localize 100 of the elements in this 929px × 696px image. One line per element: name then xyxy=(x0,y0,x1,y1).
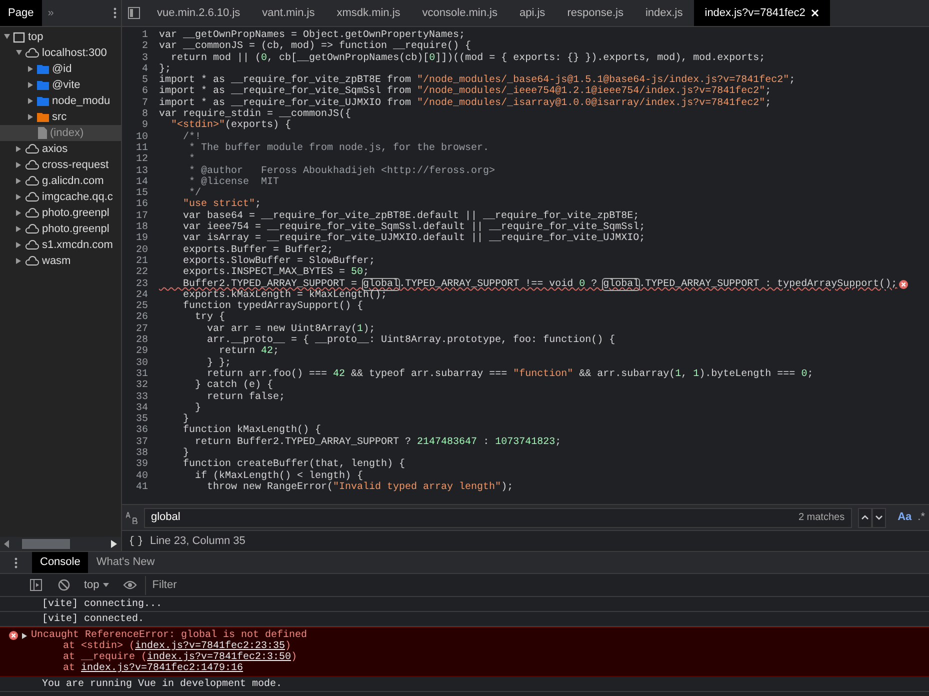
line-number: 26 xyxy=(134,312,149,324)
scrollbar-thumb[interactable] xyxy=(22,539,70,549)
tree-item[interactable]: cross-request xyxy=(0,157,121,173)
collapsed-arrow-icon[interactable] xyxy=(16,178,22,184)
line-number: 29 xyxy=(134,346,149,358)
line-number: 1 xyxy=(140,30,149,41)
line-number: 23 xyxy=(134,278,149,290)
file-tab[interactable]: api.js xyxy=(508,0,556,26)
clear-console-icon[interactable] xyxy=(58,579,70,591)
code-line: var ieee754 = __require_for_vite_SqmSsl.default || __require_for_vite_SqmSsl; xyxy=(182,222,646,234)
code-line: function createBuffer(that, length) { xyxy=(182,459,406,470)
code-line: return 42; xyxy=(218,346,280,358)
close-icon[interactable] xyxy=(811,9,820,17)
line-number: 2 xyxy=(140,41,149,53)
file-tab[interactable]: index.js?v=7841fec2 xyxy=(694,0,830,26)
error-icon xyxy=(9,631,18,640)
context-dropdown[interactable]: top xyxy=(84,576,110,594)
chevron-down-icon xyxy=(874,515,883,520)
collapsed-arrow-icon[interactable] xyxy=(28,82,34,88)
scroll-right-icon[interactable] xyxy=(111,540,117,548)
collapsed-arrow-icon[interactable] xyxy=(16,226,22,232)
tree-item[interactable]: src xyxy=(0,109,121,125)
code-line: return false; xyxy=(206,392,286,403)
code-line: import * as __require_for_vite_zpBT8E from "/node_modules/_base64-js@1.5.1@base64-js/index.js?v=7841fec2"; xyxy=(158,75,796,86)
line-number: 39 xyxy=(134,459,149,471)
collapsed-arrow-icon[interactable] xyxy=(16,194,22,200)
code-line: import * as __require_for_vite_SqmSsl from "/node_modules/_ieee754@1.2.1@ieee754/index.js?v=7841fec2"; xyxy=(158,86,772,98)
collapsed-arrow-icon[interactable] xyxy=(28,66,34,72)
line-number: 24 xyxy=(134,290,149,301)
more-tabs-button[interactable]: » xyxy=(42,4,60,22)
error-message: Uncaught ReferenceError: global is not defined xyxy=(31,630,308,641)
search-field[interactable]: global 2 matches xyxy=(144,508,852,528)
line-number: 31 xyxy=(134,368,149,380)
source-link[interactable]: index.js?v=7841fec2:3:50 xyxy=(147,652,292,663)
eye-icon[interactable] xyxy=(123,580,138,590)
previous-match-button[interactable] xyxy=(858,508,872,528)
file-tab[interactable]: response.js xyxy=(556,0,634,26)
code-line: }; xyxy=(158,64,172,75)
line-number: 30 xyxy=(134,358,149,369)
stack-trace-line: at __require (index.js?v=7841fec2:3:50) xyxy=(62,652,298,663)
file-tab[interactable]: xmsdk.min.js xyxy=(326,0,412,26)
code-line: return arr.foo() === 42 && typeof arr.subarray === "function" && arr.subarray(1, 1).byteLength === 0; xyxy=(206,368,814,380)
tree-item[interactable]: axios xyxy=(0,141,121,157)
match-case-icon[interactable] xyxy=(126,512,138,524)
file-item[interactable]: (index) xyxy=(0,125,121,141)
tree-item[interactable]: s1.xmcdn.com xyxy=(0,237,121,253)
file-tab[interactable]: vue.min.2.6.10.js xyxy=(146,0,252,26)
match-case-button[interactable]: Aa xyxy=(898,509,912,526)
tree-item[interactable]: imgcache.qq.c xyxy=(0,189,121,205)
tree-item[interactable]: node_modu xyxy=(0,93,121,109)
file-tab[interactable]: vant.min.js xyxy=(251,0,326,26)
tree-item[interactable]: @vite xyxy=(0,77,121,93)
source-link[interactable]: index.js?v=7841fec2:23:35 xyxy=(135,641,286,652)
file-tab[interactable]: index.js xyxy=(634,0,694,26)
tree-item[interactable]: wasm xyxy=(0,253,121,269)
console-message: You are running Vue in development mode. xyxy=(42,678,282,692)
tree-item[interactable]: top xyxy=(0,29,121,45)
collapsed-arrow-icon[interactable] xyxy=(16,210,22,216)
collapsed-arrow-icon[interactable] xyxy=(28,98,34,104)
sidebar-icon[interactable] xyxy=(30,579,42,591)
code-line: "use strict"; xyxy=(182,199,262,210)
collapsed-arrow-icon[interactable] xyxy=(16,258,22,264)
tree-item[interactable]: photo.greenpl xyxy=(0,221,121,237)
collapsed-arrow-icon[interactable] xyxy=(16,146,22,152)
code-line: * xyxy=(188,154,196,166)
cloud-icon xyxy=(25,240,39,250)
code-line: exports.kMaxLength = kMaxLength(); xyxy=(182,290,388,301)
more-options-icon[interactable] xyxy=(113,7,117,19)
code-line: function kMaxLength() { xyxy=(182,425,322,436)
line-number: 35 xyxy=(134,414,149,426)
expanded-arrow-icon[interactable] xyxy=(16,50,22,56)
collapsed-arrow-icon[interactable] xyxy=(16,242,22,248)
line-number: 27 xyxy=(134,324,149,335)
tree-item[interactable]: photo.greenpl xyxy=(0,205,121,221)
scroll-left-icon[interactable] xyxy=(4,540,10,548)
caret-icon xyxy=(103,583,110,587)
toggle-navigator-icon[interactable] xyxy=(128,7,140,19)
line-number: 16 xyxy=(134,199,149,211)
drawer-tab[interactable]: Console xyxy=(32,552,88,573)
collapsed-arrow-icon[interactable] xyxy=(16,162,22,168)
drawer-tab[interactable]: What's New xyxy=(88,552,163,573)
expanded-arrow-icon[interactable] xyxy=(4,34,10,40)
stack-trace-line: at <stdin> (index.js?v=7841fec2:23:35) xyxy=(62,641,292,652)
pretty-print-icon[interactable] xyxy=(130,536,142,546)
collapsed-arrow-icon[interactable] xyxy=(28,114,34,120)
line-number: 20 xyxy=(134,244,149,256)
file-tab[interactable]: vconsole.min.js xyxy=(411,0,508,26)
tree-item[interactable]: localhost:300 xyxy=(0,45,121,61)
source-link[interactable]: index.js?v=7841fec2:1479:16 xyxy=(81,663,244,674)
console-message: [vite] connecting... xyxy=(42,598,162,612)
drawer-menu-icon[interactable] xyxy=(14,556,18,568)
line-number: 14 xyxy=(134,176,149,188)
regex-button[interactable]: .* xyxy=(918,509,925,526)
page-tab[interactable]: Page xyxy=(0,0,42,26)
tree-item[interactable]: @id xyxy=(0,61,121,77)
code-line: * @author Feross Aboukhadijeh <http://feross.org> xyxy=(188,166,496,177)
expanded-arrow-icon[interactable] xyxy=(22,632,27,638)
line-number: 11 xyxy=(134,142,149,154)
tree-item[interactable]: g.alicdn.com xyxy=(0,173,121,189)
next-match-button[interactable] xyxy=(872,508,886,528)
